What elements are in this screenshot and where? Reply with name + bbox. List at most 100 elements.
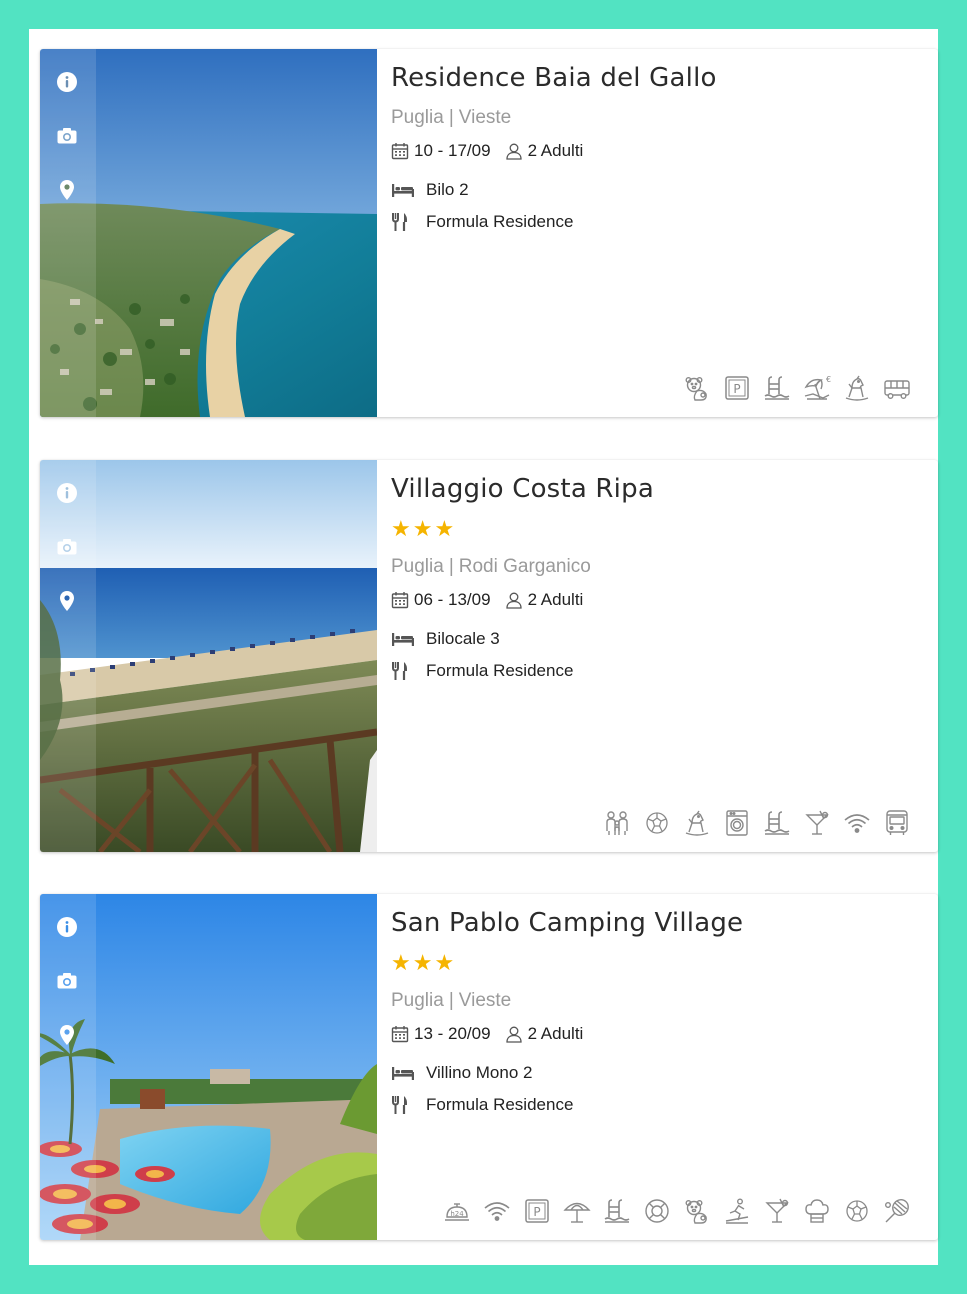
reception-hours-label: h24 (450, 1210, 464, 1218)
listing-location: Puglia | Vieste (391, 990, 511, 1012)
listing-card[interactable]: Residence Baia del Gallo Puglia | Vieste 1… (40, 49, 938, 417)
stay-dates: 10 - 17/09 (414, 141, 491, 160)
parking-letter: P (533, 1205, 540, 1219)
wifi-icon (482, 1196, 512, 1226)
region-label: Puglia (391, 990, 444, 1011)
listing-location: Puglia | Vieste (391, 107, 511, 129)
bar-cocktail-icon (762, 1196, 792, 1226)
camera-icon[interactable] (56, 125, 78, 147)
camera-icon[interactable] (56, 970, 78, 992)
bus-icon (882, 808, 912, 838)
listing-photo[interactable] (40, 894, 377, 1240)
board-type: Formula Residence (426, 212, 574, 231)
beach-umbrella-icon (562, 1196, 592, 1226)
family-icon (602, 808, 632, 838)
beach-umbrella-paid-icon: € (802, 373, 832, 403)
map-pin-icon[interactable] (56, 179, 78, 201)
stay-summary: 13 - 20/09 2 Adulti (391, 1024, 583, 1044)
town-label: Rodi Garganico (458, 556, 591, 577)
cutlery-icon (391, 212, 426, 232)
star-rating: ★★★ (391, 516, 457, 541)
town-label: Vieste (458, 107, 512, 128)
listing-photo[interactable] (40, 460, 377, 852)
pets-icon (682, 373, 712, 403)
listing-info: Residence Baia del Gallo Puglia | Vieste 1… (391, 49, 938, 417)
board-type-row: Formula Residence (391, 1095, 573, 1115)
parking-letter: P (733, 382, 740, 396)
info-icon[interactable] (56, 482, 78, 504)
wifi-icon (842, 808, 872, 838)
listing-photo[interactable] (40, 49, 377, 417)
user-icon (505, 591, 523, 609)
pets-icon (682, 1196, 712, 1226)
amenities-bar: h24 P (442, 1196, 912, 1226)
listing-info: Villaggio Costa Ripa ★★★ Puglia | Rodi Gar… (391, 460, 938, 852)
calendar-icon (391, 1025, 409, 1043)
parking-icon: P (522, 1196, 552, 1226)
board-type-row: Formula Residence (391, 212, 573, 232)
paid-symbol: € (826, 375, 831, 384)
stay-dates: 06 - 13/09 (414, 590, 491, 609)
lifebuoy-icon (642, 1196, 672, 1226)
guest-count: 2 Adulti (527, 141, 584, 160)
region-label: Puglia (391, 107, 444, 128)
photo-action-strip (40, 49, 96, 417)
town-label: Vieste (458, 990, 512, 1011)
parking-icon: P (722, 373, 752, 403)
amenities-bar: P € (682, 373, 912, 403)
region-label: Puglia (391, 556, 444, 577)
room-type: Bilocale 3 (426, 629, 500, 648)
user-icon (505, 142, 523, 160)
cutlery-icon (391, 661, 426, 681)
room-type: Bilo 2 (426, 180, 469, 199)
listing-title[interactable]: San Pablo Camping Village (391, 908, 743, 938)
room-type-row: Bilo 2 (391, 180, 469, 200)
calendar-icon (391, 142, 409, 160)
fitness-icon (722, 1196, 752, 1226)
tennis-icon (882, 1196, 912, 1226)
room-type: Villino Mono 2 (426, 1063, 533, 1082)
star-rating: ★★★ (391, 950, 457, 975)
amenities-bar (602, 808, 912, 838)
map-pin-icon[interactable] (56, 1024, 78, 1046)
board-type-row: Formula Residence (391, 661, 573, 681)
room-type-row: Bilocale 3 (391, 629, 500, 649)
map-pin-icon[interactable] (56, 590, 78, 612)
calendar-icon (391, 591, 409, 609)
stay-dates: 13 - 20/09 (414, 1024, 491, 1043)
guest-count: 2 Adulti (527, 1024, 584, 1043)
kids-playground-icon (682, 808, 712, 838)
bed-icon (391, 182, 426, 198)
reception-24h-icon: h24 (442, 1196, 472, 1226)
kids-playground-icon (842, 373, 872, 403)
restaurant-chef-icon (802, 1196, 832, 1226)
photo-action-strip (40, 460, 96, 852)
cutlery-icon (391, 1095, 426, 1115)
bar-cocktail-icon (802, 808, 832, 838)
listing-title[interactable]: Residence Baia del Gallo (391, 63, 717, 93)
shuttle-bus-icon (882, 373, 912, 403)
football-icon (642, 808, 672, 838)
pool-icon (602, 1196, 632, 1226)
user-icon (505, 1025, 523, 1043)
washing-machine-icon (722, 808, 752, 838)
pool-icon (762, 373, 792, 403)
stay-summary: 10 - 17/09 2 Adulti (391, 141, 583, 161)
bed-icon (391, 631, 426, 647)
listing-title[interactable]: Villaggio Costa Ripa (391, 474, 654, 504)
board-type: Formula Residence (426, 1095, 574, 1114)
pool-icon (762, 808, 792, 838)
room-type-row: Villino Mono 2 (391, 1063, 532, 1083)
info-icon[interactable] (56, 916, 78, 938)
board-type: Formula Residence (426, 661, 574, 680)
stay-summary: 06 - 13/09 2 Adulti (391, 590, 583, 610)
location-separator: | (448, 990, 454, 1011)
guest-count: 2 Adulti (527, 590, 584, 609)
location-separator: | (448, 556, 454, 577)
info-icon[interactable] (56, 71, 78, 93)
photo-action-strip (40, 894, 96, 1240)
listing-card[interactable]: San Pablo Camping Village ★★★ Puglia | Vie… (40, 894, 938, 1240)
bed-icon (391, 1065, 426, 1081)
listing-card[interactable]: Villaggio Costa Ripa ★★★ Puglia | Rodi Gar… (40, 460, 938, 852)
camera-icon[interactable] (56, 536, 78, 558)
